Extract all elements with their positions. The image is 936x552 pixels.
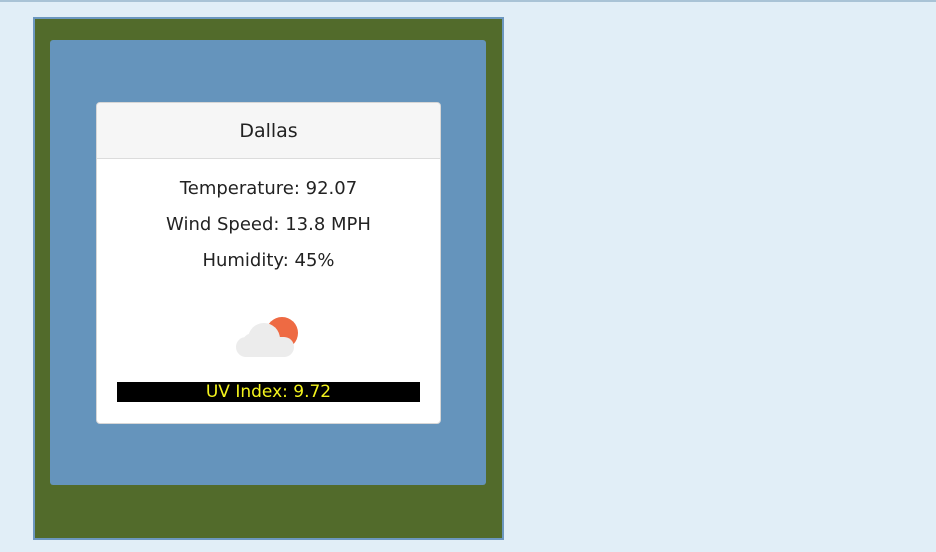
top-divider	[0, 0, 936, 2]
weather-panel: Dallas Temperature: 92.07 Wind Speed: 13…	[50, 40, 486, 485]
cloud-shape	[241, 333, 264, 355]
temperature-text: Temperature: 92.07	[179, 178, 358, 199]
card-header: Dallas	[97, 103, 440, 159]
humidity-text: Humidity: 45%	[202, 250, 335, 271]
card-body: Temperature: 92.07 Wind Speed: 13.8 MPH …	[97, 171, 440, 365]
city-name: Dallas	[239, 119, 298, 142]
partly-cloudy-icon	[234, 315, 304, 365]
weather-card: Dallas Temperature: 92.07 Wind Speed: 13…	[96, 102, 441, 424]
wind-speed-text: Wind Speed: 13.8 MPH	[166, 214, 371, 235]
outer-frame: Dallas Temperature: 92.07 Wind Speed: 13…	[33, 17, 504, 540]
uv-index-bar: UV Index: 9.72	[117, 382, 420, 402]
